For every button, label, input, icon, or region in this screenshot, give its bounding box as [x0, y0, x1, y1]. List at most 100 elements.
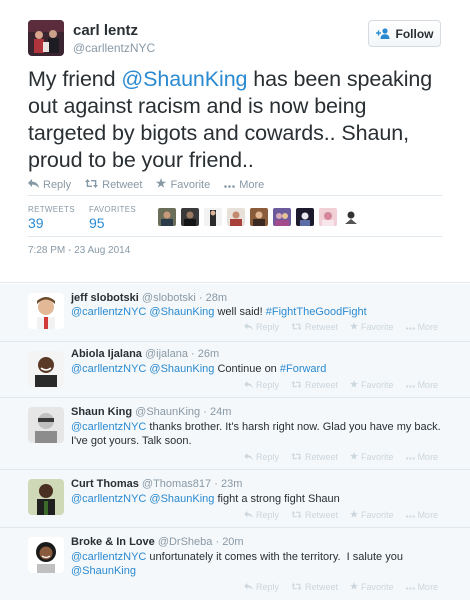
retweets-stat[interactable]: RETWEETS 39: [28, 205, 75, 231]
faver-avatar[interactable]: [273, 208, 291, 226]
reply-icon: [244, 452, 253, 462]
reply-avatar[interactable]: [28, 351, 64, 387]
reply-action[interactable]: Reply: [244, 322, 279, 332]
retweets-count: 39: [28, 215, 44, 231]
reply-actions: Reply Retweet Favorite More: [244, 452, 438, 462]
reply-text: @carllentzNYC @ShaunKing Continue on #Fo…: [71, 362, 441, 376]
favorite-action[interactable]: Favorite: [350, 510, 394, 520]
reply-meta-separator: ·: [212, 536, 223, 548]
mention-link[interactable]: @carllentzNYC: [71, 421, 146, 433]
faver-avatar[interactable]: [319, 208, 337, 226]
retweet-action[interactable]: Retweet: [291, 452, 338, 462]
favorite-action[interactable]: Favorite: [350, 582, 394, 592]
reply-avatar[interactable]: [28, 407, 64, 443]
tweet-stats: RETWEETS 39 FAVORITES 95: [28, 195, 442, 237]
reply-time[interactable]: 28m: [206, 292, 227, 304]
star-icon: [350, 582, 359, 592]
retweet-icon: [291, 510, 302, 520]
mention-link[interactable]: @carllentzNYC: [71, 551, 146, 563]
hashtag-link[interactable]: #Forward: [280, 363, 326, 375]
reply-author-handle[interactable]: @ShaunKing: [135, 406, 200, 418]
author-handle[interactable]: @carllentzNYC: [73, 41, 155, 55]
faver-avatar[interactable]: [204, 208, 222, 226]
author-avatar[interactable]: [28, 20, 64, 56]
mention-link[interactable]: @carllentzNYC: [71, 493, 146, 505]
favorite-action[interactable]: Favorite: [350, 452, 394, 462]
mention-link[interactable]: @ShaunKing: [71, 565, 136, 577]
reply-text-segment: Continue on: [214, 363, 280, 375]
retweet-icon: [291, 452, 302, 462]
reply-actions: Reply Retweet Favorite More: [244, 380, 438, 390]
hashtag-link[interactable]: #FightTheGoodFight: [266, 306, 367, 318]
mention-link[interactable]: @ShaunKing: [121, 67, 247, 91]
follow-button[interactable]: Follow: [368, 20, 441, 47]
more-dots-icon: [405, 510, 415, 520]
more-dots-icon: [405, 582, 415, 592]
mention-link[interactable]: @ShaunKing: [149, 363, 214, 375]
reply-author-handle[interactable]: @DrSheba: [158, 536, 213, 548]
reply-author-name[interactable]: Shaun King: [71, 406, 132, 418]
reply-time[interactable]: 20m: [222, 536, 243, 548]
reply-author-handle[interactable]: @Thomas817: [142, 478, 211, 490]
faver-avatar[interactable]: [181, 208, 199, 226]
faver-avatar[interactable]: [342, 208, 360, 226]
reply-author-name[interactable]: Broke & In Love: [71, 536, 155, 548]
reply-action[interactable]: Reply: [244, 582, 279, 592]
retweet-action[interactable]: Retweet: [291, 380, 338, 390]
reply-icon: [244, 380, 253, 390]
more-action[interactable]: More: [405, 380, 439, 390]
mention-link[interactable]: @ShaunKing: [149, 493, 214, 505]
tweet-text-before: My friend: [28, 67, 122, 91]
favorite-label: Favorite: [361, 380, 394, 390]
reply-action[interactable]: Reply: [244, 510, 279, 520]
reply-action[interactable]: Reply: [28, 178, 71, 191]
reply-action[interactable]: Reply: [244, 452, 279, 462]
reply-icon: [244, 582, 253, 592]
favorites-stat[interactable]: FAVORITES 95: [89, 205, 136, 231]
reply-meta-separator: ·: [187, 348, 198, 360]
author-name[interactable]: carl lentz: [73, 22, 138, 39]
more-label: More: [417, 380, 439, 390]
favorite-action[interactable]: Favorite: [350, 380, 394, 390]
more-action[interactable]: More: [224, 178, 264, 191]
retweet-action[interactable]: Retweet: [291, 582, 338, 592]
mention-link[interactable]: @carllentzNYC: [71, 363, 146, 375]
mention-link[interactable]: @ShaunKing: [149, 306, 214, 318]
favorite-action[interactable]: Favorite: [156, 178, 210, 191]
reply-avatar[interactable]: [28, 537, 64, 573]
reply-avatar[interactable]: [28, 293, 64, 329]
faver-avatar[interactable]: [296, 208, 314, 226]
favorite-label: Favorite: [361, 322, 394, 332]
reply-author-handle[interactable]: @ijalana: [145, 348, 188, 360]
reply-item: jeff slobotski @slobotski · 28m @carllen…: [0, 284, 470, 342]
reply-icon: [244, 322, 253, 332]
faver-avatar[interactable]: [250, 208, 268, 226]
reply-action[interactable]: Reply: [244, 380, 279, 390]
retweet-action[interactable]: Retweet: [291, 510, 338, 520]
replies-list: jeff slobotski @slobotski · 28m @carllen…: [0, 284, 470, 600]
retweet-action[interactable]: Retweet: [291, 322, 338, 332]
reply-author-name[interactable]: Abiola Ijalana: [71, 348, 142, 360]
reply-header: jeff slobotski @slobotski · 28m: [71, 292, 227, 304]
reply-text-segment: unfortunately it comes with the territor…: [146, 551, 406, 563]
retweet-action[interactable]: Retweet: [85, 178, 142, 191]
reply-author-name[interactable]: Curt Thomas: [71, 478, 139, 490]
reply-time[interactable]: 26m: [198, 348, 219, 360]
mention-link[interactable]: @carllentzNYC: [71, 306, 146, 318]
reply-time[interactable]: 24m: [210, 406, 231, 418]
faver-avatar[interactable]: [158, 208, 176, 226]
tweet-timestamp[interactable]: 7:28 PM - 23 Aug 2014: [28, 245, 130, 256]
star-icon: [350, 322, 359, 332]
more-action[interactable]: More: [405, 452, 438, 462]
retweet-icon: [291, 322, 302, 332]
faver-avatar[interactable]: [227, 208, 245, 226]
reply-icon: [244, 510, 253, 520]
more-action[interactable]: More: [405, 322, 438, 332]
favorite-action[interactable]: Favorite: [350, 322, 394, 332]
more-action[interactable]: More: [405, 510, 438, 520]
reply-avatar[interactable]: [28, 479, 64, 515]
reply-author-handle[interactable]: @slobotski: [142, 292, 196, 304]
reply-time[interactable]: 23m: [221, 478, 242, 490]
reply-author-name[interactable]: jeff slobotski: [71, 292, 139, 304]
more-action[interactable]: More: [405, 582, 438, 592]
